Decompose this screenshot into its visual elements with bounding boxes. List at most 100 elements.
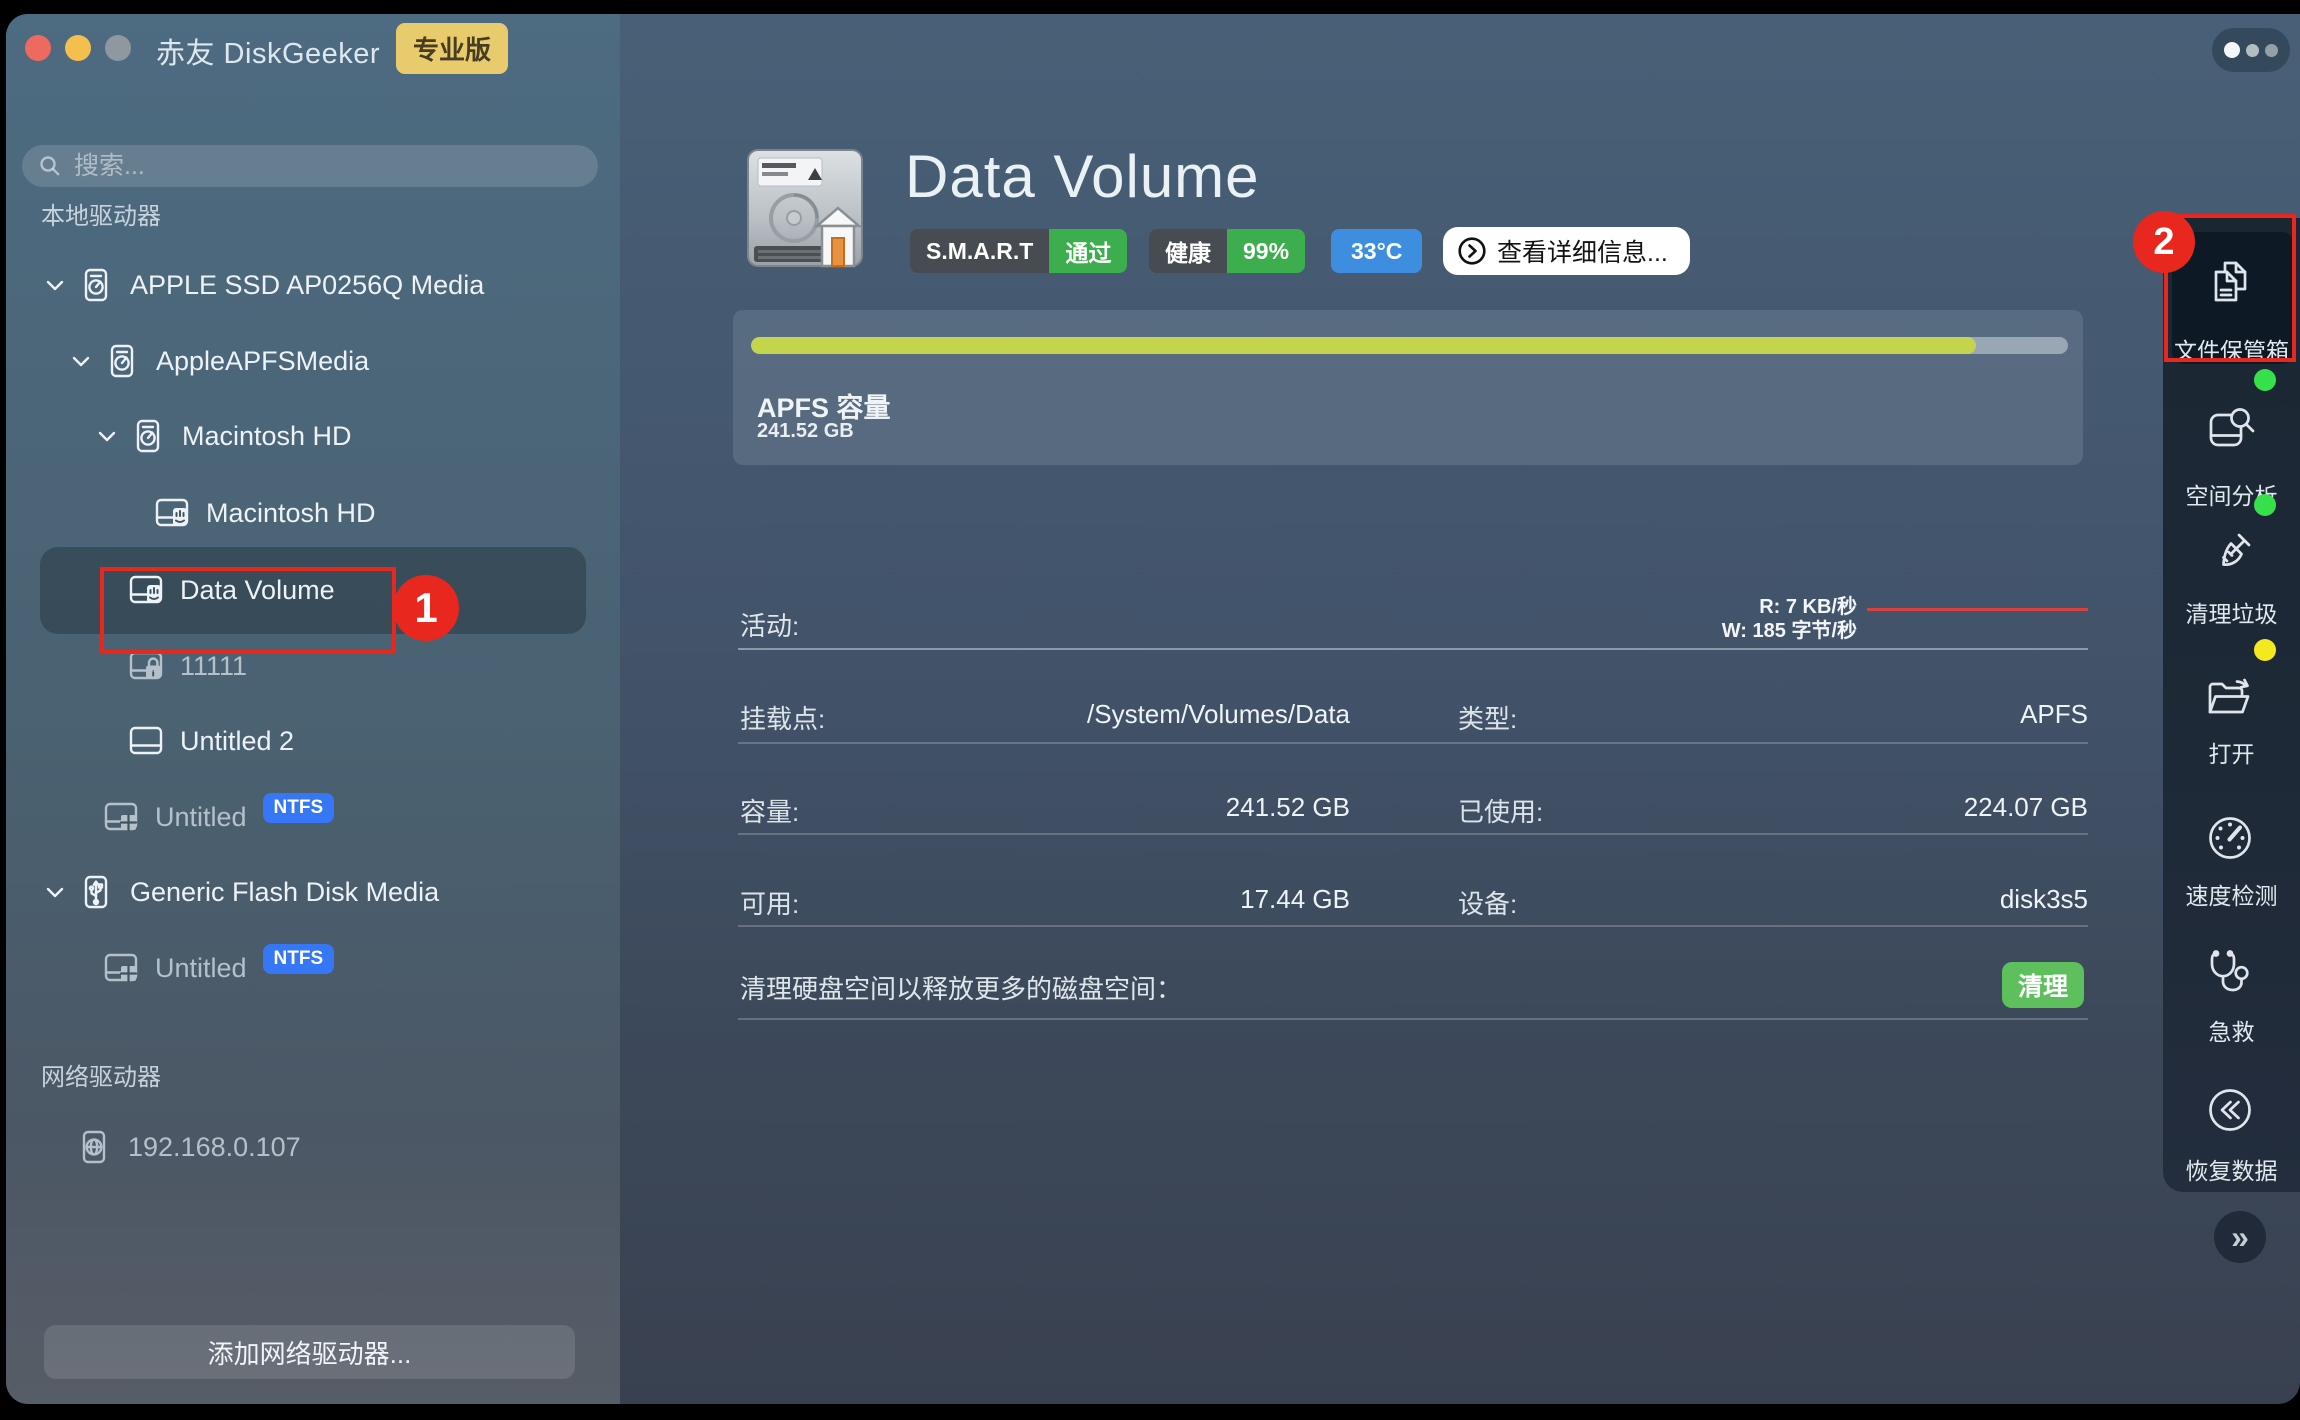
drive-item-label: AppleAPFSMedia — [156, 346, 369, 377]
info-value: /System/Volumes/Data — [1087, 699, 1350, 730]
annotation-step1: 1 — [393, 575, 459, 641]
health-value: 99% — [1227, 229, 1305, 273]
drive-item-untitled-2[interactable]: Untitled 2 — [6, 703, 620, 779]
more-menu-button[interactable] — [2212, 28, 2290, 72]
drive-item-macintosh-hd[interactable]: Macintosh HD — [6, 475, 620, 551]
tool-label: 文件保管箱 — [2163, 332, 2300, 366]
temperature-badge: 33°C — [1331, 229, 1422, 273]
info-value: 224.07 GB — [1964, 792, 2088, 823]
add-network-drive-button[interactable]: 添加网络驱动器... — [44, 1325, 575, 1379]
vault-icon[interactable] — [2202, 255, 2258, 311]
info-value: APFS — [2020, 699, 2088, 730]
drive-item-untitled[interactable]: Untitled NTFS — [6, 779, 620, 855]
green-status-dot — [2254, 494, 2276, 516]
section-local-drives: 本地驱动器 — [41, 196, 161, 231]
disk-icon — [130, 418, 166, 454]
health-label: 健康 — [1149, 229, 1227, 273]
green-status-dot — [2254, 369, 2276, 391]
hard-drive-icon — [742, 146, 868, 283]
recover-icon[interactable] — [2202, 1082, 2258, 1138]
chevron-down-icon[interactable] — [42, 879, 68, 905]
tool-label: 打开 — [2163, 735, 2300, 769]
zoom-button[interactable] — [105, 35, 131, 61]
usb-icon — [78, 874, 114, 910]
divider — [738, 742, 2088, 744]
circle-arrow-icon — [1457, 236, 1487, 266]
view-details-label: 查看详细信息... — [1497, 233, 1668, 269]
open-icon[interactable] — [2202, 672, 2258, 728]
drive-item-macintosh-hd[interactable]: Macintosh HD — [6, 398, 620, 474]
volume-mac-icon — [128, 572, 164, 608]
search-input[interactable] — [72, 151, 598, 182]
view-details-button[interactable]: 查看详细信息... — [1443, 227, 1690, 275]
drive-item-data-volume[interactable]: Data Volume — [6, 552, 620, 628]
chevron-down-icon[interactable] — [68, 348, 94, 374]
drive-item-appleapfsmedia[interactable]: AppleAPFSMedia — [6, 323, 620, 399]
yellow-status-dot — [2254, 639, 2276, 661]
activity-label: 活动: — [740, 606, 799, 643]
capacity-size: 241.52 GB — [757, 420, 854, 443]
filesystem-badge: NTFS — [263, 793, 335, 823]
info-label: 类型: — [1458, 699, 1517, 736]
info-value: 17.44 GB — [1240, 884, 1350, 915]
speed-icon[interactable] — [2202, 810, 2258, 866]
search-box[interactable] — [22, 145, 598, 187]
volume-mac-icon — [154, 495, 190, 531]
drive-item-label: Untitled — [155, 802, 247, 833]
chevron-down-icon[interactable] — [94, 423, 120, 449]
chevron-down-icon[interactable] — [42, 272, 68, 298]
drive-item-label: 11111 — [180, 651, 247, 682]
drive-item-192-168-0-107[interactable]: 192.168.0.107 — [6, 1109, 620, 1185]
drive-item-label: Untitled — [155, 953, 247, 984]
smart-value: 通过 — [1049, 229, 1127, 273]
info-label: 容量: — [740, 792, 799, 829]
info-label: 已使用: — [1458, 792, 1543, 829]
drive-item-generic-flash-disk-media[interactable]: Generic Flash Disk Media — [6, 854, 620, 930]
expand-panel-button[interactable]: » — [2214, 1211, 2266, 1263]
clean-button[interactable]: 清理 — [2002, 962, 2084, 1008]
info-value: 241.52 GB — [1226, 792, 1350, 823]
health-status-badge: 健康 99% — [1149, 229, 1305, 273]
divider — [738, 925, 2088, 927]
drive-item-label: Macintosh HD — [206, 498, 376, 529]
drive-item-label: Generic Flash Disk Media — [130, 877, 439, 908]
minimize-button[interactable] — [65, 35, 91, 61]
volume-plain-icon — [128, 723, 164, 759]
analyze-icon[interactable] — [2202, 402, 2258, 458]
disk-icon — [78, 267, 114, 303]
app-title: 赤友 DiskGeeker — [156, 30, 380, 72]
tool-label: 急救 — [2163, 1013, 2300, 1047]
close-button[interactable] — [25, 35, 51, 61]
drive-item-label: Macintosh HD — [182, 421, 352, 452]
tool-label: 清理垃圾 — [2163, 595, 2300, 629]
filesystem-badge: NTFS — [263, 944, 335, 974]
capacity-progress-bar — [751, 337, 2068, 354]
search-icon — [38, 154, 62, 178]
drive-item-label: Untitled 2 — [180, 726, 294, 757]
info-label: 挂载点: — [740, 699, 825, 736]
divider — [738, 648, 2088, 650]
tool-label: 速度检测 — [2163, 877, 2300, 911]
tool-label: 空间分析 — [2163, 477, 2300, 511]
drive-item-label: Data Volume — [180, 575, 335, 606]
info-label: 可用: — [740, 884, 799, 921]
disk-icon — [104, 343, 140, 379]
drive-item-apple-ssd-ap0256q-media[interactable]: APPLE SSD AP0256Q Media — [6, 247, 620, 323]
drive-item-11111[interactable]: 11111 — [6, 628, 620, 704]
clean-hint-label: 清理硬盘空间以释放更多的磁盘空间： — [740, 969, 1182, 1006]
activity-sparkline — [1867, 608, 2088, 611]
drive-item-untitled[interactable]: Untitled NTFS — [6, 930, 620, 1006]
page-title: Data Volume — [905, 142, 1260, 211]
smart-label: S.M.A.R.T — [910, 229, 1049, 273]
drive-item-label: 192.168.0.107 — [128, 1132, 301, 1163]
clean-icon[interactable] — [2202, 527, 2258, 583]
activity-write-speed: W: 185 字节/秒 — [1722, 614, 1857, 643]
app-window: Data Volume S.M.A.R.T 通过 健康 99% 33°C 查看详… — [6, 14, 2300, 1404]
aid-icon[interactable] — [2202, 945, 2258, 1001]
info-label: 设备: — [1458, 884, 1517, 921]
annotation-step2: 2 — [2133, 211, 2195, 273]
globe-icon — [76, 1129, 112, 1165]
drive-item-label: APPLE SSD AP0256Q Media — [130, 270, 484, 301]
volume-ntfs-icon — [103, 799, 139, 835]
volume-lock-icon — [128, 648, 164, 684]
